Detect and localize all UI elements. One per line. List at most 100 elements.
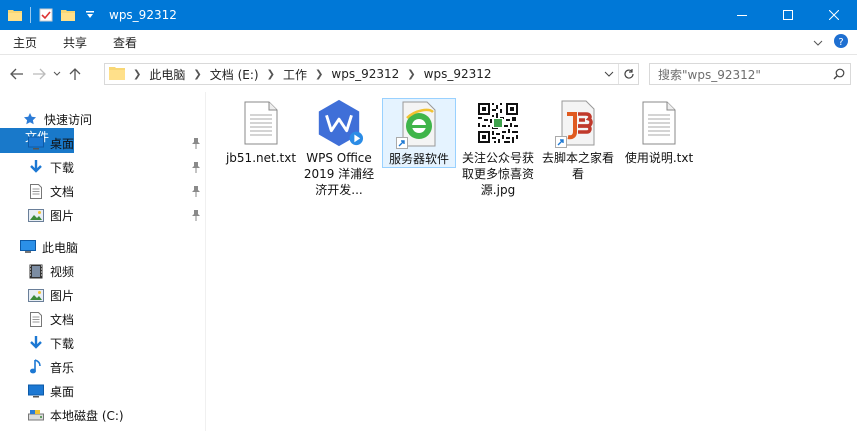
new-folder-icon[interactable] bbox=[59, 6, 77, 24]
address-bar[interactable]: ❯ 此电脑 ❯ 文档 (E:) ❯ 工作 ❯ wps_92312 ❯ wps_9… bbox=[104, 63, 639, 85]
text-file-icon bbox=[236, 98, 286, 148]
properties-icon[interactable] bbox=[37, 6, 55, 24]
ie-shortcut-icon bbox=[394, 99, 444, 149]
refresh-icon[interactable] bbox=[618, 64, 638, 84]
expand-ribbon-icon[interactable] bbox=[813, 36, 823, 50]
sidebar-item-label: 快速访问 bbox=[44, 112, 93, 127]
address-dropdown-icon[interactable] bbox=[600, 64, 618, 84]
search-input[interactable]: 搜索"wps_92312" bbox=[658, 66, 828, 83]
shortcut-arrow-icon bbox=[396, 137, 408, 149]
computer-icon bbox=[20, 239, 36, 255]
pin-icon[interactable] bbox=[190, 136, 202, 150]
toolbar-divider bbox=[30, 7, 31, 23]
search-icon[interactable] bbox=[828, 68, 850, 80]
sidebar-item-pictures[interactable]: 图片 bbox=[28, 204, 74, 226]
desktop-icon bbox=[28, 135, 44, 151]
pin-icon[interactable] bbox=[190, 160, 202, 174]
file-item[interactable]: 去脚本之家看看 bbox=[541, 98, 615, 182]
sidebar-item-this-pc[interactable]: 此电脑 bbox=[20, 236, 78, 258]
file-item-selected[interactable]: 服务器软件 bbox=[382, 98, 456, 168]
sidebar-item-documents[interactable]: 文档 bbox=[28, 180, 74, 202]
forward-arrow-icon[interactable] bbox=[28, 63, 50, 85]
sidebar-item-downloads[interactable]: 下载 bbox=[28, 332, 74, 354]
folder-icon[interactable] bbox=[6, 6, 24, 24]
star-icon bbox=[22, 111, 38, 127]
pin-icon[interactable] bbox=[190, 184, 202, 198]
breadcrumb-separator-icon[interactable]: ❯ bbox=[315, 69, 323, 80]
shortcut-arrow-icon bbox=[555, 136, 567, 148]
navigation-pane: 快速访问 桌面 下载 文档 图片 此电脑 视频 图片 文档 下载 音乐 桌面 本… bbox=[0, 92, 206, 431]
ribbon-tabs: 文件 主页 共享 查看 ? bbox=[0, 30, 857, 153]
file-item[interactable]: 使用说明.txt bbox=[622, 98, 696, 166]
file-name: 去脚本之家看看 bbox=[541, 151, 614, 181]
quick-access-toolbar bbox=[0, 0, 99, 30]
sidebar-item-label: 下载 bbox=[50, 160, 75, 175]
recent-locations-icon[interactable] bbox=[50, 63, 64, 85]
qrcode-icon bbox=[473, 98, 523, 148]
navigation-bar: ❯ 此电脑 ❯ 文档 (E:) ❯ 工作 ❯ wps_92312 ❯ wps_9… bbox=[0, 56, 857, 92]
file-name: 服务器软件 bbox=[388, 152, 449, 166]
sidebar-item-desktop[interactable]: 桌面 bbox=[28, 132, 74, 154]
breadcrumb-separator-icon[interactable]: ❯ bbox=[133, 69, 141, 80]
ribbon-right-controls: ? bbox=[813, 30, 857, 55]
file-item[interactable]: jb51.net.txt bbox=[224, 98, 298, 166]
sidebar-item-label: 音乐 bbox=[50, 360, 75, 375]
sidebar-item-local-disk[interactable]: 本地磁盘 (C:) bbox=[28, 404, 124, 426]
sidebar-item-downloads[interactable]: 下载 bbox=[28, 156, 74, 178]
tab-share[interactable]: 共享 bbox=[50, 30, 100, 55]
sidebar-item-music[interactable]: 音乐 bbox=[28, 356, 74, 378]
window-controls bbox=[719, 0, 857, 30]
sidebar-item-documents[interactable]: 文档 bbox=[28, 308, 74, 330]
download-icon bbox=[28, 335, 44, 351]
search-box[interactable]: 搜索"wps_92312" bbox=[649, 63, 851, 85]
breadcrumb-separator-icon[interactable]: ❯ bbox=[193, 69, 201, 80]
maximize-icon[interactable] bbox=[765, 0, 811, 30]
breadcrumb-separator-icon[interactable]: ❯ bbox=[267, 69, 275, 80]
desktop-icon bbox=[28, 383, 44, 399]
document-icon bbox=[28, 311, 44, 327]
sidebar-item-label: 此电脑 bbox=[42, 240, 79, 255]
up-arrow-icon[interactable] bbox=[64, 63, 86, 85]
window-title: wps_92312 bbox=[109, 8, 177, 22]
file-name: jb51.net.txt bbox=[225, 151, 297, 165]
customize-toolbar-icon[interactable] bbox=[81, 6, 99, 24]
breadcrumb-this-pc[interactable]: 此电脑 bbox=[149, 66, 185, 83]
sidebar-item-label: 文档 bbox=[50, 312, 75, 327]
tab-view[interactable]: 查看 bbox=[100, 30, 150, 55]
sidebar-item-pictures[interactable]: 图片 bbox=[28, 284, 74, 306]
sidebar-item-label: 文档 bbox=[50, 184, 75, 199]
breadcrumb-separator-icon[interactable]: ❯ bbox=[407, 69, 415, 80]
sidebar-item-label: 图片 bbox=[50, 208, 75, 223]
sidebar-item-label: 下载 bbox=[50, 336, 75, 351]
sidebar-item-desktop[interactable]: 桌面 bbox=[28, 380, 74, 402]
tab-home[interactable]: 主页 bbox=[0, 30, 50, 55]
text-file-icon bbox=[634, 98, 684, 148]
pin-icon[interactable] bbox=[190, 208, 202, 222]
video-icon bbox=[28, 263, 44, 279]
jb51-shortcut-icon bbox=[553, 98, 603, 148]
wps-icon bbox=[314, 98, 364, 148]
breadcrumb-folder[interactable]: wps_92312 bbox=[331, 67, 399, 81]
address-bar-controls bbox=[600, 64, 638, 84]
file-name: 关注公众号获取更多惊喜资源.jpg bbox=[461, 151, 534, 197]
help-icon[interactable]: ? bbox=[833, 33, 849, 52]
sidebar-item-videos[interactable]: 视频 bbox=[28, 260, 74, 282]
sidebar-item-label: 桌面 bbox=[50, 384, 75, 399]
file-item[interactable]: WPS Office 2019 洋浦经济开发... bbox=[302, 98, 376, 198]
title-bar: wps_92312 bbox=[0, 0, 857, 30]
picture-icon bbox=[28, 207, 44, 223]
breadcrumb-current-folder[interactable]: wps_92312 bbox=[424, 67, 492, 81]
close-icon[interactable] bbox=[811, 0, 857, 30]
breadcrumb-drive[interactable]: 文档 (E:) bbox=[210, 66, 259, 83]
sidebar-item-label: 视频 bbox=[50, 264, 75, 279]
file-item[interactable]: 关注公众号获取更多惊喜资源.jpg bbox=[461, 98, 535, 198]
back-arrow-icon[interactable] bbox=[6, 63, 28, 85]
drive-icon bbox=[28, 407, 44, 423]
breadcrumb-work[interactable]: 工作 bbox=[283, 66, 307, 83]
sidebar-item-quick-access[interactable]: 快速访问 bbox=[22, 108, 92, 130]
picture-icon bbox=[28, 287, 44, 303]
file-name: 使用说明.txt bbox=[624, 151, 694, 165]
minimize-icon[interactable] bbox=[719, 0, 765, 30]
folder-icon bbox=[109, 66, 125, 83]
sidebar-item-label: 桌面 bbox=[50, 136, 75, 151]
